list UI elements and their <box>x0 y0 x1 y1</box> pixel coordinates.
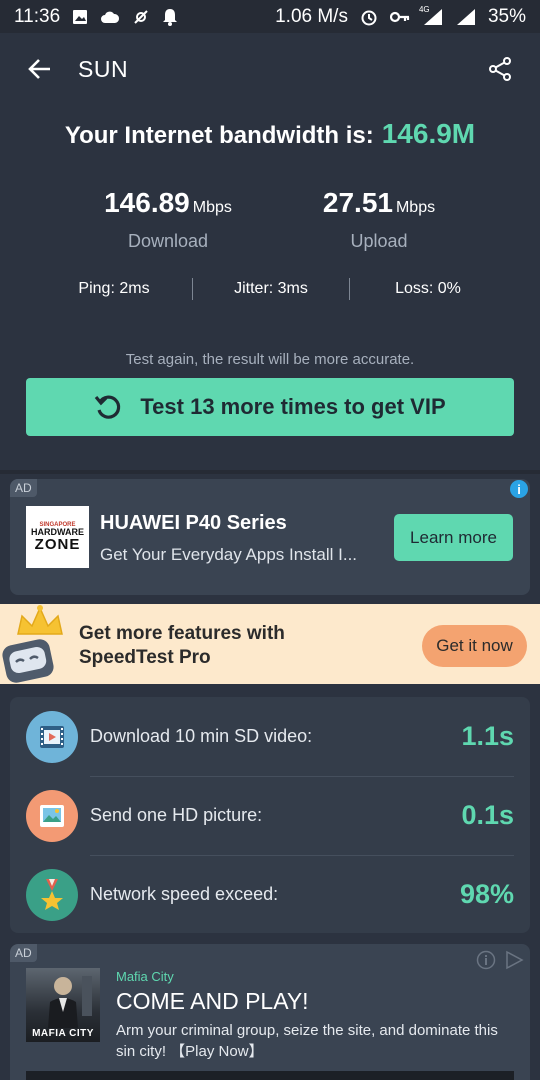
page-title: SUN <box>78 55 129 82</box>
learn-more-button[interactable]: Learn more <box>394 514 513 561</box>
metric-row-exceed: Network speed exceed: 98% <box>10 855 530 934</box>
advertiser-logo: SINGAPORE HARDWARE ZONE <box>26 506 89 568</box>
wifi-signal-icon <box>456 8 476 26</box>
status-net-speed: 1.06 M/s <box>275 5 348 27</box>
upload-value: 27.51 <box>322 187 393 218</box>
ad-description: Get Your Everyday Apps Install I... <box>100 545 358 564</box>
video-film-icon <box>26 710 78 763</box>
game-poster-image: MAFIA CITY <box>26 968 100 1042</box>
jitter-stat: Jitter: 3ms <box>234 280 308 297</box>
pro-banner-text: Get more features with SpeedTest Pro <box>79 622 285 670</box>
retest-hint: Test again, the result will be more accu… <box>125 351 415 368</box>
retest-button-label: Test 13 more times to get VIP <box>140 394 446 419</box>
download-value: 146.89 <box>104 187 190 218</box>
refresh-icon <box>94 393 122 421</box>
speed-metrics-card: Download 10 min SD video: 1.1s Send one … <box>10 697 530 933</box>
picture-icon <box>26 789 78 842</box>
metric-row-video: Download 10 min SD video: 1.1s <box>10 697 530 776</box>
metric-row-picture: Send one HD picture: 0.1s <box>10 776 530 855</box>
bandwidth-value: 146.9M <box>381 118 476 149</box>
crown-mascot-icon <box>0 604 80 689</box>
ad-title: COME AND PLAY! <box>116 988 309 1014</box>
get-it-now-button[interactable]: Get it now <box>422 625 527 667</box>
ad-info-icon[interactable] <box>476 950 496 970</box>
medal-icon <box>26 868 78 921</box>
pro-banner-line-2: SpeedTest Pro <box>79 647 211 668</box>
satellite-off-icon <box>132 8 150 26</box>
vpn-key-icon <box>389 11 410 23</box>
headline-text: Your Internet bandwidth is: <box>64 122 374 149</box>
ad-choices-icon[interactable] <box>504 950 524 970</box>
bandwidth-headline: Your Internet bandwidth is: 146.9M <box>0 118 540 150</box>
ad-card-huawei[interactable]: AD i SINGAPORE HARDWARE ZONE HUAWEI P40 … <box>10 479 530 595</box>
ad-card-mafia-city[interactable]: AD MAFIA CITY Mafia City COME AND PLAY! … <box>10 944 530 1080</box>
section-divider <box>0 470 540 474</box>
metric-value: 0.1s <box>461 800 514 830</box>
back-arrow-icon[interactable] <box>28 58 52 80</box>
share-icon[interactable] <box>488 57 512 81</box>
ad-info-icon[interactable]: i <box>510 480 528 498</box>
logo-line-3: ZONE <box>34 536 81 553</box>
mobile-signal-icon: 4G <box>418 4 444 26</box>
gallery-icon <box>72 9 88 25</box>
ping-stat: Ping: 2ms <box>78 280 150 297</box>
cloud-icon <box>100 10 120 24</box>
upload-unit: Mbps <box>395 199 436 216</box>
download-label: Download <box>127 231 209 251</box>
status-bar: 11:36 1.06 M/s 4G 35% <box>0 0 540 33</box>
app-bar: SUN <box>0 33 540 105</box>
status-time: 11:36 <box>14 5 61 27</box>
metric-label: Network speed exceed: <box>90 884 279 904</box>
ad-media-strip <box>26 1071 514 1080</box>
ad-description: Arm your criminal group, seize the site,… <box>116 1022 498 1060</box>
download-unit: Mbps <box>192 199 232 216</box>
loss-stat: Loss: 0% <box>395 280 461 297</box>
retest-vip-button[interactable]: Test 13 more times to get VIP <box>26 378 514 436</box>
network-type-label: 4G <box>418 4 430 14</box>
metric-label: Send one HD picture: <box>90 805 263 825</box>
ad-title: HUAWEI P40 Series <box>100 512 287 534</box>
advertiser-name: Mafia City <box>116 969 174 984</box>
battery-percent: 35% <box>487 5 526 27</box>
metric-value: 1.1s <box>461 721 514 751</box>
metric-value: 98% <box>459 879 514 909</box>
ad-badge: AD <box>10 944 37 962</box>
alarm-clock-icon <box>360 8 378 26</box>
download-stat: 146.89 Mbps Download <box>58 187 278 252</box>
upload-label: Upload <box>350 231 408 251</box>
pro-banner-line-1: Get more features with <box>79 623 285 644</box>
poster-title: MAFIA CITY <box>32 1028 94 1039</box>
speedtest-pro-banner[interactable]: Get more features with SpeedTest Pro Get… <box>0 604 540 684</box>
ad-controls <box>476 950 524 970</box>
notification-bell-icon <box>162 8 178 26</box>
ad-badge: AD <box>10 479 37 497</box>
quality-stats: Ping: 2ms Jitter: 3ms Loss: 0% <box>36 276 506 302</box>
upload-stat: 27.51 Mbps Upload <box>269 187 489 252</box>
metric-label: Download 10 min SD video: <box>90 726 313 746</box>
